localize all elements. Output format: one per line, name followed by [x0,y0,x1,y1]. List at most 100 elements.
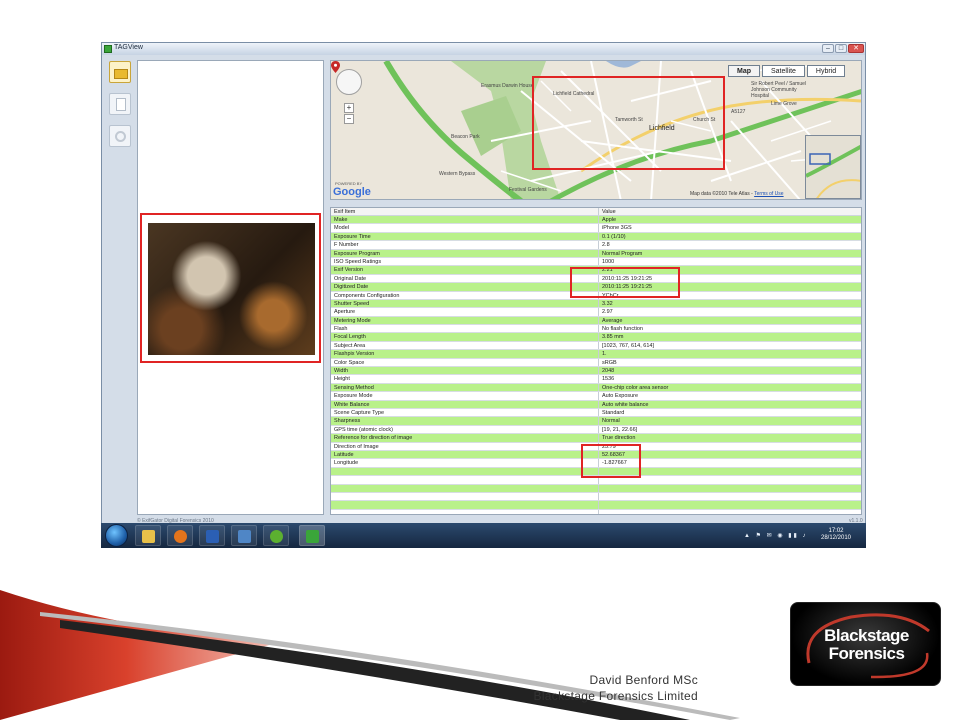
table-row[interactable] [331,492,861,502]
table-row[interactable]: Exposure Time 0.1 (1/10) [331,232,861,242]
maximize-button[interactable]: □ [835,44,847,53]
photo-thumbnail[interactable] [148,223,315,355]
exif-value-cell: 2.21 [602,267,613,274]
table-row[interactable]: Subject Area [1023, 767, 614, 614] [331,341,861,351]
tab-satellite[interactable]: Satellite [762,65,805,77]
table-row[interactable]: ISO Speed Ratings 1000 [331,257,861,267]
taskbar-clock[interactable]: 17:02 28/12/2010 [813,528,859,542]
zoom-in-button[interactable]: + [344,103,354,113]
table-row[interactable]: F Number 2.8 [331,241,861,250]
exif-item-cell: Flash [331,325,599,333]
open-folder-button[interactable] [109,61,131,83]
table-row[interactable]: Make Apple [331,216,861,225]
minimize-button[interactable]: – [822,44,834,53]
map-label-lichfield: Lichfield [649,125,675,132]
exif-value-cell: Normal [602,418,620,425]
zoom-out-button[interactable]: − [344,114,354,124]
table-row[interactable]: GPS time (atomic clock) [19, 21, 22.66] [331,425,861,435]
terms-of-use-link[interactable]: Terms of Use [754,191,783,197]
taskbar-tool[interactable] [231,525,257,546]
close-button[interactable]: ✕ [848,44,864,53]
exif-value-cell: Standard [602,409,625,416]
exif-item-cell [331,492,599,501]
exif-value-cell [599,493,861,500]
document-button[interactable] [109,93,131,115]
table-row[interactable]: Flash No flash function [331,325,861,334]
table-row[interactable]: Metering Mode Average [331,316,861,326]
table-row[interactable]: Original Date 2010:11:25 19:21:25 [331,274,861,284]
taskbar-spotify[interactable] [263,525,289,546]
system-tray-icons[interactable]: ▲ ⚑ ✉ ◉ ▮▮ ♪ [744,532,808,539]
exif-item-cell: Latitude [331,450,599,459]
google-logo[interactable]: Google [333,186,371,198]
location-pin-icon[interactable] [331,61,340,73]
tab-hybrid[interactable]: Hybrid [806,65,846,77]
title-bar: TAGView – □ ✕ [102,43,865,55]
column-header-value[interactable]: Value [599,208,861,215]
table-row[interactable]: Exif Version 2.21 [331,266,861,275]
table-row[interactable]: Flashpix Version 1. [331,350,861,359]
table-row[interactable]: Digitized Date 2010:11:25 19:21:25 [331,283,861,292]
table-row[interactable]: Focal Length 3.85 mm [331,333,861,342]
table-row[interactable]: Latitude 52.68367 [331,450,861,460]
table-row[interactable] [331,484,861,493]
exif-value-cell [599,468,861,475]
table-row[interactable]: Sensing Method One-chip color area sensor [331,383,861,393]
table-row[interactable]: Height 1536 [331,375,861,384]
exif-value-cell: 2048 [602,368,615,375]
clock-time: 17:02 [828,528,844,534]
overview-mini-map[interactable] [805,135,861,199]
table-row[interactable]: Exposure Program Normal Program [331,249,861,258]
table-row[interactable]: Exposure Mode Auto Exposure [331,392,861,401]
pan-control[interactable] [336,69,362,95]
exif-item-cell: Longitude [331,459,599,467]
exif-value-cell: 1. [602,351,607,358]
table-row[interactable]: Reference for direction of image True dir… [331,434,861,443]
column-header-exif-item[interactable]: Exif Item [331,208,599,215]
exif-item-cell: Sharpness [331,417,599,425]
map-label-beacon-park: Beacon Park [451,134,480,140]
table-row[interactable] [331,501,861,510]
exif-item-cell: Direction of Image [331,442,599,450]
refresh-button[interactable] [109,125,131,147]
exif-item-cell: Metering Mode [331,316,599,325]
table-row[interactable]: Model iPhone 3GS [331,224,861,233]
taskbar-tagview[interactable] [299,525,325,546]
table-row[interactable]: Components Configuration YCbCr [331,291,861,300]
table-row[interactable]: Longitude -1.827667 [331,459,861,468]
table-row[interactable]: White Balance Auto white balance [331,400,861,409]
table-row[interactable]: Color Space sRGB [331,358,861,368]
table-row[interactable]: Shutter Speed 3.32 [331,299,861,309]
word-icon [206,530,219,543]
exif-value-cell: sRGB [602,359,617,366]
exif-item-cell: Subject Area [331,341,599,350]
exif-value-cell: iPhone 3GS [602,225,632,232]
table-row[interactable]: Scene Capture Type Standard [331,408,861,418]
table-row[interactable] [331,509,861,514]
taskbar-word[interactable] [199,525,225,546]
table-row[interactable]: Sharpness Normal [331,417,861,426]
exif-value-cell: [19, 21, 22.66] [602,426,638,433]
tab-map[interactable]: Map [728,65,760,77]
taskbar-explorer[interactable] [135,525,161,546]
exif-value-cell: [1023, 767, 614, 614] [602,342,654,349]
table-row[interactable] [331,476,861,485]
map-label-festival: Festival Gardens [509,187,547,193]
exif-value-cell: 1536 [602,376,615,383]
exif-value-cell [599,510,861,514]
table-row[interactable] [331,467,861,477]
exif-item-cell: White Balance [331,400,599,408]
exif-item-cell [331,509,599,514]
app-icon [104,45,112,53]
map-view[interactable]: Erasmus Darwin House Lichfield Cathedral… [330,60,862,200]
exif-item-cell: Shutter Speed [331,299,599,308]
exif-item-cell: Height [331,375,599,383]
table-row[interactable]: Width 2048 [331,367,861,376]
windows-taskbar: ▲ ⚑ ✉ ◉ ▮▮ ♪ 17:02 28/12/2010 [101,523,866,548]
table-row[interactable]: Aperture 2.97 [331,308,861,317]
table-row[interactable]: Direction of Image 25.79 [331,442,861,451]
exif-item-cell: GPS time (atomic clock) [331,425,599,434]
document-icon [116,98,126,111]
taskbar-firefox[interactable] [167,525,193,546]
start-button[interactable] [105,524,128,547]
